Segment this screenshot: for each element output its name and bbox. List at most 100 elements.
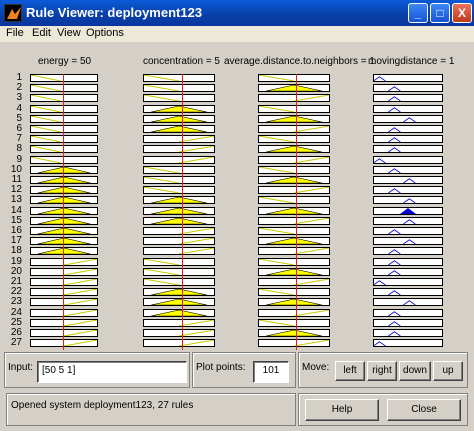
rule-distance-plot[interactable] <box>258 309 330 317</box>
rule-energy-plot[interactable] <box>30 268 98 276</box>
rule-distance-plot[interactable] <box>258 329 330 337</box>
rule-concentration-plot[interactable] <box>143 247 215 255</box>
rule-energy-plot[interactable] <box>30 278 98 286</box>
menu-options[interactable]: Options <box>86 27 124 39</box>
rule-output-plot[interactable] <box>373 339 443 347</box>
rule-energy-plot[interactable] <box>30 145 98 153</box>
rule-concentration-plot[interactable] <box>143 156 215 164</box>
move-left-button[interactable]: left <box>335 361 365 381</box>
rule-energy-plot[interactable] <box>30 258 98 266</box>
rule-energy-plot[interactable] <box>30 319 98 327</box>
rule-output-plot[interactable] <box>373 125 443 133</box>
move-down-button[interactable]: down <box>399 361 431 381</box>
rule-energy-plot[interactable] <box>30 74 98 82</box>
rule-output-plot[interactable] <box>373 145 443 153</box>
close-window-button[interactable]: X <box>452 3 472 23</box>
rule-concentration-plot[interactable] <box>143 207 215 215</box>
rule-concentration-plot[interactable] <box>143 105 215 113</box>
rule-energy-plot[interactable] <box>30 196 98 204</box>
rule-concentration-plot[interactable] <box>143 115 215 123</box>
rule-distance-plot[interactable] <box>258 237 330 245</box>
rule-output-plot[interactable] <box>373 268 443 276</box>
rule-distance-plot[interactable] <box>258 145 330 153</box>
rule-output-plot[interactable] <box>373 135 443 143</box>
rule-output-plot[interactable] <box>373 309 443 317</box>
rule-output-plot[interactable] <box>373 319 443 327</box>
rule-energy-plot[interactable] <box>30 339 98 347</box>
rule-energy-plot[interactable] <box>30 105 98 113</box>
rule-concentration-plot[interactable] <box>143 94 215 102</box>
rule-energy-plot[interactable] <box>30 176 98 184</box>
rule-distance-plot[interactable] <box>258 125 330 133</box>
rule-energy-plot[interactable] <box>30 217 98 225</box>
rule-distance-plot[interactable] <box>258 227 330 235</box>
rule-concentration-plot[interactable] <box>143 227 215 235</box>
rule-energy-plot[interactable] <box>30 298 98 306</box>
rule-output-plot[interactable] <box>373 186 443 194</box>
rule-distance-plot[interactable] <box>258 94 330 102</box>
energy-input-marker[interactable] <box>63 74 64 350</box>
rule-concentration-plot[interactable] <box>143 125 215 133</box>
rule-concentration-plot[interactable] <box>143 135 215 143</box>
rule-distance-plot[interactable] <box>258 84 330 92</box>
rule-output-plot[interactable] <box>373 258 443 266</box>
rule-distance-plot[interactable] <box>258 247 330 255</box>
rule-output-plot[interactable] <box>373 247 443 255</box>
rule-energy-plot[interactable] <box>30 329 98 337</box>
rule-concentration-plot[interactable] <box>143 288 215 296</box>
rule-distance-plot[interactable] <box>258 166 330 174</box>
rule-output-plot[interactable] <box>373 84 443 92</box>
rule-output-plot[interactable] <box>373 176 443 184</box>
rule-output-plot[interactable] <box>373 156 443 164</box>
rule-energy-plot[interactable] <box>30 135 98 143</box>
move-right-button[interactable]: right <box>367 361 397 381</box>
rule-energy-plot[interactable] <box>30 309 98 317</box>
rule-distance-plot[interactable] <box>258 288 330 296</box>
rule-output-plot[interactable] <box>373 237 443 245</box>
rule-concentration-plot[interactable] <box>143 298 215 306</box>
rule-concentration-plot[interactable] <box>143 237 215 245</box>
rule-output-plot[interactable] <box>373 278 443 286</box>
rule-output-plot[interactable] <box>373 115 443 123</box>
rule-energy-plot[interactable] <box>30 237 98 245</box>
rule-energy-plot[interactable] <box>30 166 98 174</box>
rule-concentration-plot[interactable] <box>143 258 215 266</box>
rule-distance-plot[interactable] <box>258 156 330 164</box>
plot-points-field[interactable]: 101 <box>253 361 289 383</box>
rule-concentration-plot[interactable] <box>143 145 215 153</box>
rule-distance-plot[interactable] <box>258 105 330 113</box>
rule-concentration-plot[interactable] <box>143 84 215 92</box>
rule-distance-plot[interactable] <box>258 196 330 204</box>
rule-distance-plot[interactable] <box>258 319 330 327</box>
menu-file[interactable]: File <box>6 27 24 39</box>
rule-concentration-plot[interactable] <box>143 196 215 204</box>
rule-output-plot[interactable] <box>373 166 443 174</box>
rule-energy-plot[interactable] <box>30 84 98 92</box>
rule-distance-plot[interactable] <box>258 135 330 143</box>
rule-output-plot[interactable] <box>373 94 443 102</box>
rule-output-plot[interactable] <box>373 217 443 225</box>
rule-energy-plot[interactable] <box>30 288 98 296</box>
minimize-button[interactable]: _ <box>408 3 428 23</box>
rule-concentration-plot[interactable] <box>143 268 215 276</box>
rule-energy-plot[interactable] <box>30 125 98 133</box>
rule-output-plot[interactable] <box>373 207 443 215</box>
move-up-button[interactable]: up <box>433 361 463 381</box>
rule-output-plot[interactable] <box>373 74 443 82</box>
rule-distance-plot[interactable] <box>258 207 330 215</box>
rule-output-plot[interactable] <box>373 329 443 337</box>
input-field[interactable]: [50 5 1] <box>37 361 187 383</box>
rule-concentration-plot[interactable] <box>143 278 215 286</box>
rule-distance-plot[interactable] <box>258 268 330 276</box>
rule-energy-plot[interactable] <box>30 207 98 215</box>
menu-view[interactable]: View <box>57 27 81 39</box>
close-button[interactable]: Close <box>387 399 461 421</box>
rule-energy-plot[interactable] <box>30 247 98 255</box>
rule-distance-plot[interactable] <box>258 278 330 286</box>
concentration-input-marker[interactable] <box>182 74 183 350</box>
rule-concentration-plot[interactable] <box>143 329 215 337</box>
rule-distance-plot[interactable] <box>258 115 330 123</box>
rule-energy-plot[interactable] <box>30 115 98 123</box>
rule-output-plot[interactable] <box>373 196 443 204</box>
rule-output-plot[interactable] <box>373 288 443 296</box>
